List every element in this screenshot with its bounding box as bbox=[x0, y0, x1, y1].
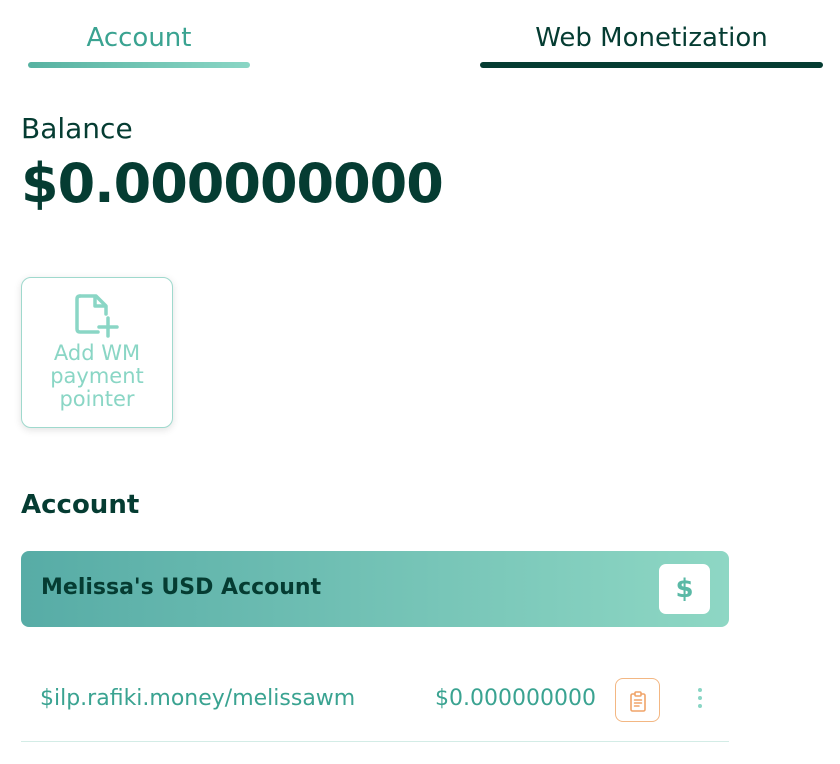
kebab-dot bbox=[698, 704, 702, 708]
payment-pointer-row: $ilp.rafiki.money/melissawm $0.000000000 bbox=[21, 660, 729, 742]
tab-account-label: Account bbox=[86, 23, 192, 53]
tab-web-monetization-underline bbox=[480, 62, 823, 68]
tab-bar: Account Web Monetization bbox=[0, 0, 840, 70]
tab-web-monetization-label: Web Monetization bbox=[535, 23, 768, 53]
account-section-title: Account bbox=[21, 490, 140, 520]
kebab-menu-icon[interactable] bbox=[689, 686, 711, 714]
kebab-dot bbox=[698, 696, 702, 700]
account-name: Melissa's USD Account bbox=[41, 575, 322, 600]
tab-account-underline bbox=[28, 62, 250, 68]
kebab-dot bbox=[698, 688, 702, 692]
copy-button[interactable] bbox=[615, 678, 660, 722]
balance-label: Balance bbox=[21, 112, 133, 145]
payment-pointer-url[interactable]: $ilp.rafiki.money/melissawm bbox=[40, 686, 355, 711]
account-card[interactable]: Melissa's USD Account $ bbox=[21, 551, 729, 627]
dollar-icon: $ bbox=[659, 564, 710, 614]
clipboard-icon bbox=[630, 691, 646, 712]
payment-pointer-balance: $0.000000000 bbox=[435, 686, 596, 711]
add-wm-payment-pointer-label: Add WM payment pointer bbox=[50, 341, 144, 411]
balance-value: $0.000000000 bbox=[21, 152, 444, 215]
add-wm-payment-pointer-button[interactable]: Add WM payment pointer bbox=[21, 277, 173, 428]
tab-web-monetization[interactable]: Web Monetization bbox=[480, 20, 823, 70]
file-plus-icon bbox=[75, 294, 119, 338]
tab-account[interactable]: Account bbox=[28, 20, 250, 70]
